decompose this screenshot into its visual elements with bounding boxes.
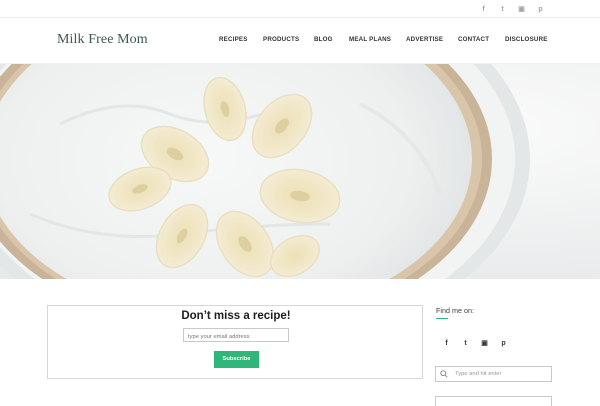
- find-me-label: Find me on:: [436, 306, 474, 315]
- sidebar-social-links: f t ▣ p: [437, 338, 513, 348]
- search-input[interactable]: Type and hit enter: [455, 371, 501, 377]
- pinterest-icon[interactable]: p: [494, 338, 513, 348]
- facebook-icon[interactable]: f: [437, 338, 456, 348]
- nav-item-contact[interactable]: CONTACT: [458, 36, 505, 43]
- top-bar: f t ▣ p: [0, 0, 600, 18]
- nav-item-disclosure[interactable]: DISCLOSURE: [505, 36, 550, 43]
- email-field[interactable]: [183, 328, 289, 342]
- nav-item-products[interactable]: PRODUCTS: [263, 36, 314, 43]
- hero-image: [0, 64, 600, 279]
- banana-pie-photo: [0, 64, 600, 279]
- nav-item-recipes[interactable]: RECIPES: [219, 36, 263, 43]
- instagram-icon[interactable]: ▣: [475, 338, 494, 348]
- pinterest-icon[interactable]: p: [531, 3, 550, 15]
- twitter-icon[interactable]: t: [493, 3, 512, 15]
- site-logo[interactable]: Milk Free Mom: [57, 32, 148, 48]
- facebook-icon[interactable]: f: [474, 3, 493, 15]
- nav-item-advertise[interactable]: ADVERTISE: [406, 36, 458, 43]
- nav-item-blog[interactable]: BLOG: [314, 36, 349, 43]
- instagram-icon[interactable]: ▣: [512, 3, 531, 15]
- nav-item-meal-plans[interactable]: MEAL PLANS: [349, 36, 406, 43]
- site-header: Milk Free Mom RECIPES PRODUCTS BLOG MEAL…: [0, 18, 600, 64]
- sidebar-widget: [435, 396, 552, 406]
- subscribe-button[interactable]: Subscribe: [214, 351, 259, 368]
- subscribe-box: Don’t miss a recipe! Subscribe: [47, 305, 423, 379]
- search-icon: [440, 370, 448, 378]
- twitter-icon[interactable]: t: [456, 338, 475, 348]
- top-social-links: f t ▣ p: [474, 3, 550, 15]
- subscribe-title: Don’t miss a recipe!: [181, 310, 291, 322]
- heading-underline: [436, 318, 448, 319]
- main-nav: RECIPES PRODUCTS BLOG MEAL PLANS ADVERTI…: [219, 36, 550, 43]
- search-box[interactable]: Type and hit enter: [435, 366, 552, 382]
